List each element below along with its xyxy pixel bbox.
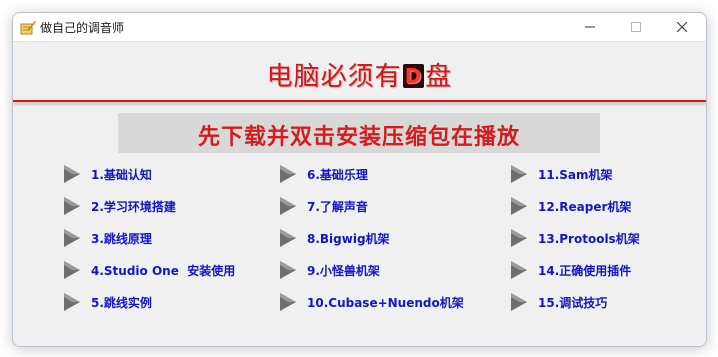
maximize-icon <box>631 22 641 32</box>
play-arrow-icon <box>511 293 527 311</box>
menu-item-8[interactable]: 8.Bigwig机架 <box>279 227 464 259</box>
play-arrow-icon <box>64 293 80 311</box>
menu-item-15[interactable]: 15.调试技巧 <box>510 291 640 323</box>
menu-item-label: 6.基础乐理 <box>307 168 368 182</box>
play-arrow-icon <box>64 229 80 247</box>
play-arrow-icon <box>511 261 527 279</box>
menu-item-14[interactable]: 14.正确使用插件 <box>510 259 640 291</box>
menu-item-3[interactable]: 3.跳线原理 <box>63 227 235 259</box>
menu-item-label: 4.Studio One 安装使用 <box>91 264 236 278</box>
play-arrow-icon <box>511 229 527 247</box>
banner-divider <box>13 100 706 102</box>
window-title: 做自己的调音师 <box>40 21 125 35</box>
menu-item-13[interactable]: 13.Protools机架 <box>510 227 640 259</box>
menu-item-2[interactable]: 2.学习环境搭建 <box>63 195 235 227</box>
play-arrow-icon <box>511 197 527 215</box>
menu-item-5[interactable]: 5.跳线实例 <box>63 291 235 323</box>
menu-item-label: 12.Reaper机架 <box>538 200 632 214</box>
pencil-notebook-icon <box>20 19 36 35</box>
menu-item-label: 1.基础认知 <box>91 168 152 182</box>
menu-item-label: 9.小怪兽机架 <box>307 264 380 278</box>
banner-suffix: 盘 <box>425 62 453 92</box>
menu-item-7[interactable]: 7.了解声音 <box>279 195 464 227</box>
minimize-button[interactable] <box>567 13 613 41</box>
menu-item-label: 7.了解声音 <box>307 200 368 214</box>
play-arrow-icon <box>280 165 296 183</box>
banner-d-mark: D <box>402 64 425 88</box>
menu-item-4[interactable]: 4.Studio One 安装使用 <box>63 259 235 291</box>
banner-prefix: 电脑必须有 <box>266 62 402 92</box>
app-window: 做自己的调音师 电脑必须有 D 盘 先下载并双击安装压缩包在播放 1.基础认知 … <box>12 12 707 347</box>
notice-text: 先下载并双击安装压缩包在播放 <box>197 124 520 150</box>
menu-item-9[interactable]: 9.小怪兽机架 <box>279 259 464 291</box>
close-icon <box>677 22 687 32</box>
menu-item-12[interactable]: 12.Reaper机架 <box>510 195 640 227</box>
menu-item-label: 5.跳线实例 <box>91 296 152 310</box>
menu-item-label: 13.Protools机架 <box>538 232 640 246</box>
notice-panel: 先下载并双击安装压缩包在播放 <box>118 113 600 153</box>
menu-item-label: 14.正确使用插件 <box>538 264 632 278</box>
play-arrow-icon <box>280 197 296 215</box>
menu-item-label: 2.学习环境搭建 <box>91 200 176 214</box>
play-arrow-icon <box>280 261 296 279</box>
menu-item-11[interactable]: 11.Sam机架 <box>510 163 640 195</box>
menu-item-1[interactable]: 1.基础认知 <box>63 163 235 195</box>
menu-item-label: 15.调试技巧 <box>538 296 608 310</box>
play-arrow-icon <box>280 229 296 247</box>
play-arrow-icon <box>280 293 296 311</box>
menu-item-6[interactable]: 6.基础乐理 <box>279 163 464 195</box>
menu-item-label: 10.Cubase+Nuendo机架 <box>307 296 464 310</box>
play-arrow-icon <box>511 165 527 183</box>
client-area: 电脑必须有 D 盘 先下载并双击安装压缩包在播放 1.基础认知 2.学习环境搭建 3… <box>13 41 706 346</box>
menu-item-label: 11.Sam机架 <box>538 168 613 182</box>
menu-column-3: 11.Sam机架 12.Reaper机架 13.Protools机架 14.正确… <box>510 163 640 323</box>
close-button[interactable] <box>659 13 705 41</box>
play-arrow-icon <box>64 165 80 183</box>
play-arrow-icon <box>64 261 80 279</box>
minimize-icon <box>585 26 595 28</box>
maximize-button[interactable] <box>613 13 659 41</box>
play-arrow-icon <box>64 197 80 215</box>
banner-heading: 电脑必须有 D 盘 <box>13 56 706 93</box>
menu-column-2: 6.基础乐理 7.了解声音 8.Bigwig机架 9.小怪兽机架 10.Cuba… <box>279 163 464 323</box>
menu-item-label: 8.Bigwig机架 <box>307 232 390 246</box>
menu-column-1: 1.基础认知 2.学习环境搭建 3.跳线原理 4.Studio One 安装使用… <box>63 163 235 323</box>
menu-item-10[interactable]: 10.Cubase+Nuendo机架 <box>279 291 464 323</box>
menu-item-label: 3.跳线原理 <box>91 232 152 246</box>
title-bar[interactable]: 做自己的调音师 <box>13 13 706 41</box>
